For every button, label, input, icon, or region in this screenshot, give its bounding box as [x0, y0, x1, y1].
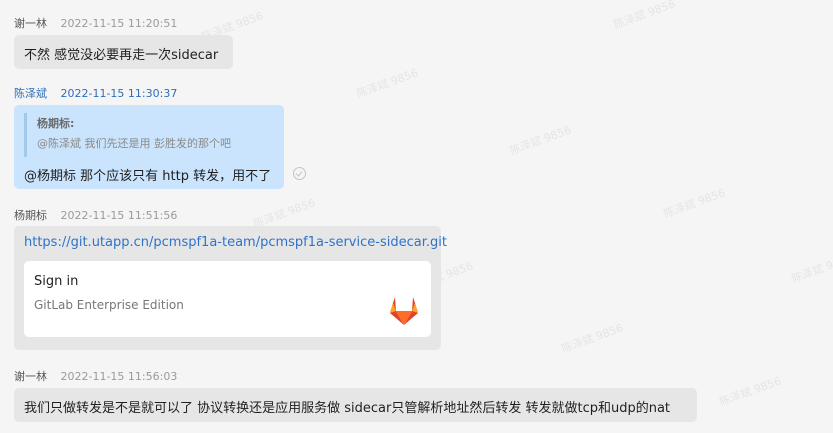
message-bubble[interactable]: 我们只做转发是不是就可以了 协议转换还是应用服务做 sidecar只管解析地址然… [14, 388, 697, 422]
message-meta: 谢一林 2022-11-15 11:56:03 [14, 368, 177, 384]
watermark: 陈泽斌 9856 [559, 321, 625, 356]
message-bubble[interactable]: 不然 感觉没必要再走一次sidecar [14, 35, 233, 69]
watermark: 陈泽斌 9856 [354, 66, 420, 101]
watermark: 陈泽斌 9856 [661, 186, 727, 221]
message-bubble[interactable]: 杨期标: @陈泽斌 我们先还是用 彭胜发的那个吧 @杨期标 那个应该只有 htt… [14, 105, 284, 189]
message-bubble[interactable]: https://git.utapp.cn/pcmspf1a-team/pcmsp… [14, 226, 447, 350]
read-check-icon [293, 167, 306, 180]
message-timestamp: 2022-11-15 11:56:03 [60, 370, 178, 383]
sender-name[interactable]: 谢一林 [14, 17, 47, 30]
watermark: 陈泽斌 9856 [507, 123, 573, 158]
link-preview-card[interactable]: Sign in GitLab Enterprise Edition [24, 261, 431, 337]
sender-name[interactable]: 杨期标 [14, 209, 47, 222]
sender-name[interactable]: 谢一林 [14, 370, 47, 383]
watermark: 陈泽斌 9856 [789, 251, 833, 286]
message-meta: 陈泽斌 2022-11-15 11:30:37 [14, 85, 177, 101]
message-link[interactable]: https://git.utapp.cn/pcmspf1a-team/pcmsp… [24, 235, 447, 250]
message-text: @杨期标 那个应该只有 http 转发，用不了 [24, 169, 272, 184]
link-preview-title: Sign in [34, 274, 79, 289]
watermark: 陈泽斌 9856 [717, 374, 783, 409]
quote-author: 杨期标: [37, 117, 75, 130]
quoted-message[interactable]: 杨期标: @陈泽斌 我们先还是用 彭胜发的那个吧 [24, 113, 275, 157]
message-timestamp: 2022-11-15 11:30:37 [60, 87, 178, 100]
quote-text: @陈泽斌 我们先还是用 彭胜发的那个吧 [37, 137, 231, 150]
sender-name[interactable]: 陈泽斌 [14, 87, 47, 100]
gitlab-logo-icon [390, 297, 418, 325]
message-timestamp: 2022-11-15 11:51:56 [60, 209, 178, 222]
message-meta: 谢一林 2022-11-15 11:20:51 [14, 15, 177, 31]
watermark: 陈泽斌 9856 [611, 0, 677, 32]
message-timestamp: 2022-11-15 11:20:51 [60, 17, 178, 30]
link-preview-subtitle: GitLab Enterprise Edition [34, 298, 184, 312]
message-meta: 杨期标 2022-11-15 11:51:56 [14, 207, 177, 223]
message-text: 不然 感觉没必要再走一次sidecar [24, 48, 219, 63]
message-text: 我们只做转发是不是就可以了 协议转换还是应用服务做 sidecar只管解析地址然… [24, 401, 671, 416]
